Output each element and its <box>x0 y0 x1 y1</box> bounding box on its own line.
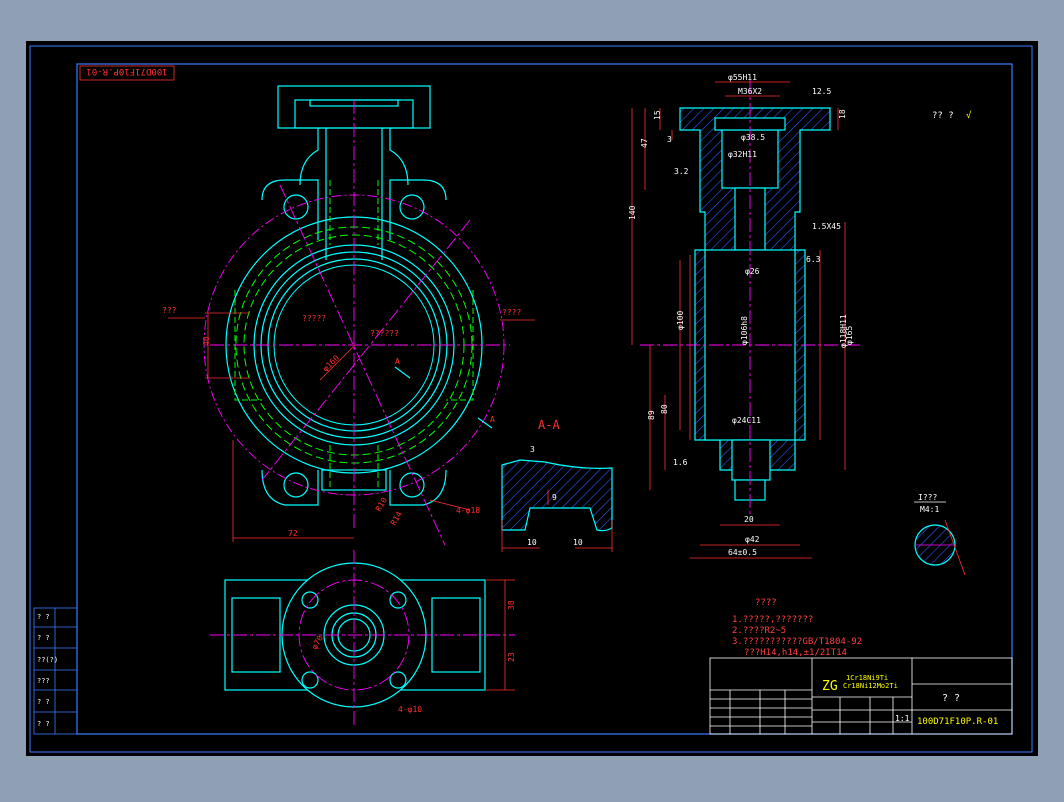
cad-viewport: 100D71F10P.R-01 ? ? ? ? ??(?) ??? ? ? ? … <box>0 0 1064 798</box>
side-dim-80: 80 <box>660 404 669 414</box>
notes-title: ???? <box>755 598 777 608</box>
roughness-check-mark: √ <box>966 110 972 121</box>
side-dim-thread: M36X2 <box>738 87 762 96</box>
side-dim-bore1: φ38.5 <box>741 133 765 142</box>
side-dim-chamfer: 1.5X45 <box>812 222 841 231</box>
drawing-code: 100D71F10P.R-01 <box>917 717 998 727</box>
bottom-holes: 4-φ10 <box>398 705 422 714</box>
side-dim-165: φ165 <box>845 326 854 345</box>
side-dim-18: 18 <box>838 109 847 119</box>
section-arrow-label-2: A <box>490 415 495 424</box>
section-label: A-A <box>538 418 560 432</box>
front-right-tag: ???? <box>502 308 521 317</box>
rough-6-3: 6.3 <box>806 255 821 264</box>
dim-72: 72 <box>288 529 298 538</box>
material-grade: ZG <box>822 679 838 694</box>
strip-label: ? ? <box>37 613 50 621</box>
side-dim-100: φ100 <box>676 311 685 330</box>
side-dim-bore2: φ32H11 <box>728 150 757 159</box>
front-holes: 4-φ18 <box>456 506 480 515</box>
dim-40: 40 <box>202 336 211 346</box>
side-dim-top: φ55H11 <box>728 73 757 82</box>
scale-value: 1:1 <box>895 714 910 723</box>
side-dim-3: 3 <box>667 135 672 144</box>
side-dim-89: 89 <box>647 410 656 420</box>
notes-line-2: 2.????R2~5 <box>732 626 786 636</box>
rotated-code: 100D71F10P.R-01 <box>86 66 167 76</box>
section-arrow-label: A <box>395 357 400 366</box>
notes-line-3: 3.???????????GB/T1804-92 <box>732 637 862 647</box>
side-dim-140: 140 <box>628 205 637 220</box>
rough-3-2: 3.2 <box>674 167 689 176</box>
side-dim-20: 20 <box>744 515 754 524</box>
side-dim-26: φ26 <box>745 267 760 276</box>
strip-label: ? ? <box>37 698 50 706</box>
notes-line-1: 1.?????,??????? <box>732 615 813 625</box>
bottom-dim-23: 23 <box>507 652 516 662</box>
strip-label: ? ? <box>37 634 50 642</box>
strip-label: ??(?) <box>37 656 58 664</box>
top-right-marks: ?? ? <box>932 111 954 121</box>
side-dim-15: 15 <box>653 110 662 120</box>
drawing-canvas: 100D71F10P.R-01 ? ? ? ? ??(?) ??? ? ? ? … <box>26 41 1038 756</box>
side-dim-106: φ106h8 <box>740 316 749 345</box>
side-dim-64: 64±0.5 <box>728 548 757 557</box>
rough-12-5: 12.5 <box>812 87 831 96</box>
detail-scale: M4:1 <box>920 505 939 514</box>
aa-dim-right: 10 <box>573 538 583 547</box>
side-dim-24: φ24C11 <box>732 416 761 425</box>
aa-dim-left: 10 <box>527 538 537 547</box>
notes-line-4: ???H14,h14,±1/2IT14 <box>744 648 847 658</box>
front-center-tag2: ?????? <box>370 329 399 338</box>
title-cell: ? ? <box>942 693 960 704</box>
strip-label: ? ? <box>37 720 50 728</box>
strip-label: ??? <box>37 677 50 685</box>
side-dim-42: φ42 <box>745 535 760 544</box>
front-left-tag: ??? <box>162 306 177 315</box>
material-line-2: Cr18Ni12Mo2Ti <box>843 682 898 690</box>
aa-dim-small: 3 <box>530 445 535 454</box>
bottom-dim-30: 30 <box>507 600 516 610</box>
drawing-sheet <box>26 41 1038 756</box>
front-center-tag: ????? <box>302 314 326 323</box>
side-dim-47: 47 <box>640 138 649 148</box>
aa-dim-mid: 9 <box>552 493 557 502</box>
rough-1-6: 1.6 <box>673 458 688 467</box>
material-line-1: 1Cr18Ni9Ti <box>846 674 888 682</box>
detail-label: I??? <box>918 493 937 502</box>
